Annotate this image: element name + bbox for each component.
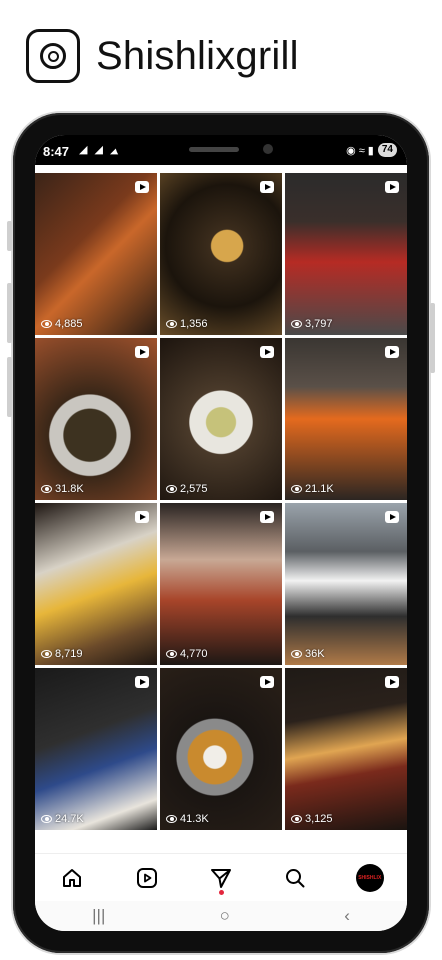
view-count: 8,719 — [41, 648, 83, 660]
view-count-text: 31.8K — [55, 483, 84, 495]
status-bar: 8:47 ◢ ◢ ◢ ◉ ≈ ▮ 74 — [35, 135, 407, 165]
view-count-text: 21.1K — [305, 483, 334, 495]
eye-icon — [166, 815, 177, 823]
view-count: 21.1K — [291, 483, 334, 495]
eye-icon — [291, 650, 302, 658]
view-count-text: 36K — [305, 648, 325, 660]
nav-search[interactable] — [275, 858, 315, 898]
brand-name: Shishlixgrill — [96, 33, 299, 78]
search-icon — [286, 869, 305, 888]
recents-button[interactable]: ||| — [92, 906, 105, 926]
view-count-text: 3,797 — [305, 318, 333, 330]
reel-icon — [385, 346, 399, 358]
send-icon — [210, 869, 231, 888]
view-count-text: 2,575 — [180, 483, 208, 495]
eye-icon — [291, 815, 302, 823]
view-count: 41.3K — [166, 813, 209, 825]
eye-icon — [41, 485, 52, 493]
signal-icons: ◉ ≈ ▮ — [346, 144, 374, 157]
back-button[interactable]: ‹ — [344, 906, 350, 926]
view-count: 1,356 — [166, 318, 208, 330]
reel-tile[interactable]: 3,125 — [285, 668, 407, 830]
view-count-text: 1,356 — [180, 318, 208, 330]
bottom-nav: SHISHLIX — [35, 853, 407, 902]
home-icon — [63, 869, 82, 887]
view-count: 4,885 — [41, 318, 83, 330]
view-count: 24.7K — [41, 813, 84, 825]
phone-screen: 8:47 ◢ ◢ ◢ ◉ ≈ ▮ 74 4,885 1,356 3,797 31… — [35, 135, 407, 931]
reel-tile[interactable]: 8,719 — [35, 503, 157, 665]
nav-direct[interactable] — [201, 858, 241, 898]
view-count-text: 4,885 — [55, 318, 83, 330]
system-nav-bar: ||| ○ ‹ — [35, 901, 407, 931]
reel-tile[interactable]: 24.7K — [35, 668, 157, 830]
reel-icon — [260, 676, 274, 688]
reel-tile[interactable]: 4,770 — [160, 503, 282, 665]
status-right: ◉ ≈ ▮ 74 — [346, 143, 397, 157]
reel-tile[interactable]: 3,797 — [285, 173, 407, 335]
view-count-text: 4,770 — [180, 648, 208, 660]
view-count-text: 41.3K — [180, 813, 209, 825]
reel-icon — [260, 511, 274, 523]
reel-icon — [135, 511, 149, 523]
reel-icon — [385, 676, 399, 688]
view-count-text: 24.7K — [55, 813, 84, 825]
reel-tile[interactable]: 4,885 — [35, 173, 157, 335]
view-count: 4,770 — [166, 648, 208, 660]
phone-frame: 8:47 ◢ ◢ ◢ ◉ ≈ ▮ 74 4,885 1,356 3,797 31… — [7, 113, 435, 953]
view-count-text: 3,125 — [305, 813, 333, 825]
view-count: 3,797 — [291, 318, 333, 330]
nav-reels[interactable] — [127, 858, 167, 898]
eye-icon — [166, 320, 177, 328]
volume-down-button — [7, 283, 12, 343]
reel-icon — [135, 676, 149, 688]
reel-icon — [260, 346, 274, 358]
instagram-icon — [26, 29, 80, 83]
reel-icon — [135, 181, 149, 193]
notification-dot — [218, 890, 224, 895]
reel-tile[interactable]: 21.1K — [285, 338, 407, 500]
view-count: 31.8K — [41, 483, 84, 495]
eye-icon — [41, 650, 52, 658]
volume-up-button — [7, 221, 12, 251]
nav-home[interactable] — [52, 858, 92, 898]
speaker-grille — [189, 147, 239, 152]
profile-avatar-label: SHISHLIX — [358, 875, 382, 881]
profile-avatar: SHISHLIX — [355, 864, 384, 892]
view-count: 2,575 — [166, 483, 208, 495]
reels-icon — [136, 868, 157, 888]
reel-tile[interactable]: 41.3K — [160, 668, 282, 830]
reel-tile[interactable]: 2,575 — [160, 338, 282, 500]
view-count-text: 8,719 — [55, 648, 83, 660]
reel-icon — [260, 181, 274, 193]
reel-tile[interactable]: 36K — [285, 503, 407, 665]
battery-indicator: 74 — [377, 143, 397, 157]
eye-icon — [166, 485, 177, 493]
view-count: 36K — [291, 648, 325, 660]
home-button[interactable]: ○ — [220, 906, 230, 926]
reel-icon — [135, 346, 149, 358]
side-button — [7, 357, 12, 417]
camera-notch — [115, 135, 325, 165]
eye-icon — [166, 650, 177, 658]
nav-profile[interactable]: SHISHLIX — [350, 858, 390, 898]
eye-icon — [41, 320, 52, 328]
status-time: 8:47 — [43, 144, 70, 159]
eye-icon — [291, 320, 302, 328]
view-count: 3,125 — [291, 813, 333, 825]
eye-icon — [41, 815, 52, 823]
reel-icon — [385, 511, 399, 523]
front-camera — [263, 144, 273, 154]
reel-tile[interactable]: 1,356 — [160, 173, 282, 335]
reel-tile[interactable]: 31.8K — [35, 338, 157, 500]
page-header: Shishlixgrill — [26, 28, 299, 84]
reel-icon — [385, 181, 399, 193]
power-button — [430, 303, 435, 373]
eye-icon — [291, 485, 302, 493]
